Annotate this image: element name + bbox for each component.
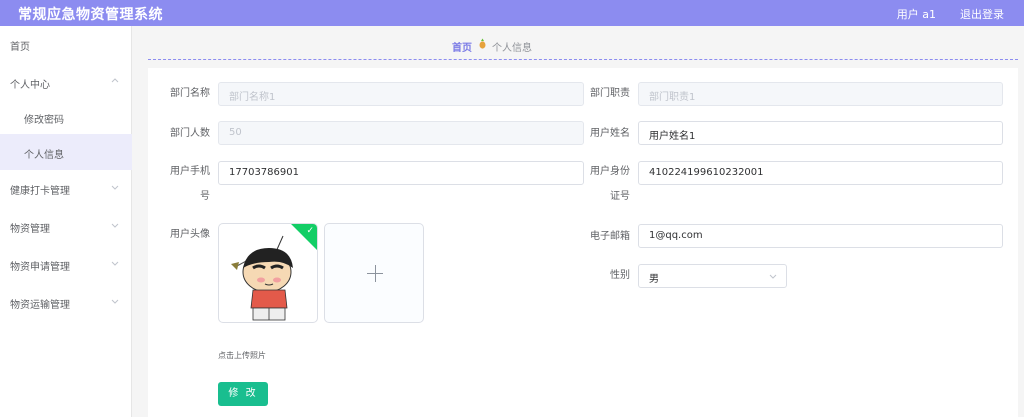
- pineapple-icon: [478, 38, 487, 52]
- breadcrumb: 首页 个人信息: [148, 26, 1018, 60]
- sidebar-item-health-checkin[interactable]: 健康打卡管理: [0, 170, 132, 206]
- current-user: 用户 a1: [896, 8, 936, 21]
- avatar-image[interactable]: ✓: [218, 223, 318, 323]
- dept-count-field[interactable]: 50: [218, 121, 584, 145]
- chevron-down-icon: [769, 274, 777, 279]
- sidebar-item-personal-info[interactable]: 个人信息: [0, 134, 132, 170]
- sidebar-item-label: 修改密码: [24, 115, 64, 126]
- sidebar-item-label: 物资运输管理: [10, 300, 70, 311]
- email-field[interactable]: 1@qq.com: [638, 224, 1003, 248]
- main-content: 首页 个人信息 部门名称 部门名称1 部门职责 部门职责1 部门人数 50 用户…: [148, 26, 1018, 417]
- cartoon-avatar-icon: [231, 235, 293, 321]
- chevron-down-icon: [111, 223, 119, 228]
- dept-count-label: 部门人数: [170, 128, 210, 139]
- sidebar-item-label: 首页: [10, 42, 30, 53]
- sidebar-item-materials[interactable]: 物资管理: [0, 208, 132, 244]
- breadcrumb-home[interactable]: 首页: [452, 39, 472, 54]
- dept-name-label: 部门名称: [170, 88, 210, 99]
- chevron-down-icon: [111, 261, 119, 266]
- sidebar-item-label: 物资管理: [10, 224, 50, 235]
- sidebar-item-material-transport[interactable]: 物资运输管理: [0, 284, 132, 320]
- gender-select-value: 男: [649, 274, 659, 285]
- chevron-up-icon: [111, 78, 119, 83]
- dept-duty-field[interactable]: 部门职责1: [638, 82, 1003, 106]
- logout-link[interactable]: 退出登录: [960, 6, 1004, 22]
- avatar-upload-button[interactable]: [324, 223, 424, 323]
- user-name-field[interactable]: 用户姓名1: [638, 121, 1003, 145]
- personal-info-form: 部门名称 部门名称1 部门职责 部门职责1 部门人数 50 用户姓名 用户姓名1…: [148, 68, 1018, 417]
- app-title: 常规应急物资管理系统: [18, 7, 163, 23]
- avatar-label: 用户头像: [170, 229, 210, 240]
- chevron-down-icon: [111, 299, 119, 304]
- user-id-label-line1: 用户身份: [590, 166, 630, 177]
- gender-select[interactable]: 男: [638, 264, 787, 288]
- gender-label: 性别: [610, 270, 630, 281]
- sidebar-item-personal-center[interactable]: 个人中心: [0, 64, 132, 100]
- sidebar-item-label: 个人中心: [10, 80, 50, 91]
- dept-name-field[interactable]: 部门名称1: [218, 82, 584, 106]
- upload-tip: 点击上传照片: [218, 351, 266, 360]
- dept-duty-label: 部门职责: [590, 88, 630, 99]
- top-bar: 常规应急物资管理系统 用户 a1 退出登录: [0, 0, 1024, 26]
- sidebar-item-label: 健康打卡管理: [10, 186, 70, 197]
- user-name-label: 用户姓名: [590, 128, 630, 139]
- user-id-label-line2: 证号: [610, 191, 630, 202]
- sidebar-item-change-password[interactable]: 修改密码: [0, 99, 132, 135]
- breadcrumb-current: 个人信息: [492, 43, 532, 54]
- user-phone-label-line2: 号: [200, 191, 210, 202]
- sidebar-item-label: 个人信息: [24, 150, 64, 161]
- chevron-down-icon: [111, 185, 119, 190]
- user-phone-label-line1: 用户手机: [170, 166, 210, 177]
- user-phone-field[interactable]: 17703786901: [218, 161, 584, 185]
- sidebar-item-home[interactable]: 首页: [0, 26, 132, 62]
- sidebar-item-material-requests[interactable]: 物资申请管理: [0, 246, 132, 282]
- sidebar: 首页 个人中心 修改密码 个人信息 健康打卡管理 物资管理 物资申请管理 物资运…: [0, 26, 132, 417]
- sidebar-item-label: 物资申请管理: [10, 262, 70, 273]
- email-label: 电子邮箱: [590, 231, 630, 242]
- user-id-field[interactable]: 410224199610232001: [638, 161, 1003, 185]
- submit-button[interactable]: 修 改: [218, 382, 268, 406]
- check-icon: ✓: [306, 226, 314, 236]
